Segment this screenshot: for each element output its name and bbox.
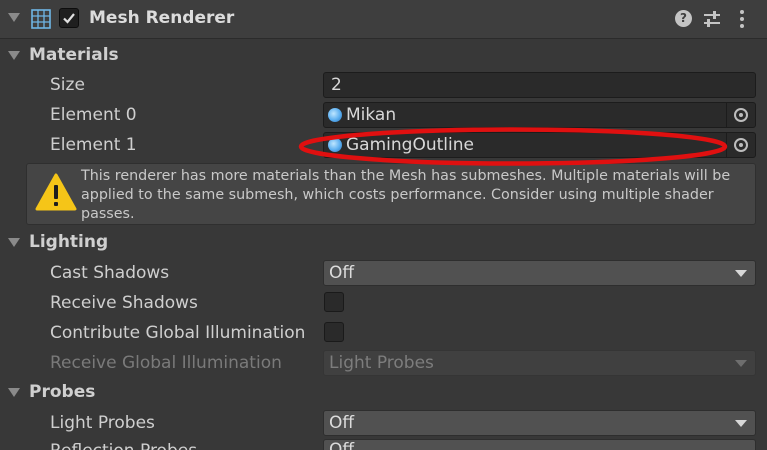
checkmark-icon <box>63 13 75 24</box>
object-picker-icon[interactable] <box>726 133 755 157</box>
light-probes-label: Light Probes <box>50 413 155 433</box>
fold-arrow-icon[interactable] <box>8 13 20 22</box>
reflection-probes-label: Reflection Probes <box>50 441 197 450</box>
material-icon <box>328 138 342 152</box>
component-header[interactable]: Mesh Renderer ? <box>0 0 767 39</box>
object-picker-icon[interactable] <box>726 103 755 127</box>
receive-gi-dropdown: Light Probes <box>323 350 756 376</box>
lighting-fold-icon[interactable] <box>8 238 20 247</box>
submesh-warning-box: This renderer has more materials than th… <box>26 163 756 225</box>
receive-shadows-label: Receive Shadows <box>50 293 198 313</box>
receive-shadows-checkbox[interactable] <box>324 292 344 312</box>
inspector-panel: Mesh Renderer ? Materials Size 2 Element… <box>0 0 767 450</box>
material-icon <box>328 108 342 122</box>
element-1-value: GamingOutline <box>346 135 474 155</box>
element-1-object-field[interactable]: GamingOutline <box>323 132 756 158</box>
reflection-probes-dropdown[interactable]: Off <box>323 439 756 450</box>
size-label: Size <box>50 75 85 95</box>
probes-fold-icon[interactable] <box>8 388 20 397</box>
reflection-probes-value: Off <box>329 440 355 450</box>
mesh-renderer-icon <box>31 9 51 29</box>
dropdown-arrow-icon <box>735 360 747 367</box>
size-input[interactable]: 2 <box>323 72 756 98</box>
component-enabled-checkbox[interactable] <box>59 8 79 28</box>
materials-section-title[interactable]: Materials <box>29 45 119 65</box>
contribute-gi-label: Contribute Global Illumination <box>50 323 306 343</box>
element-0-object-field[interactable]: Mikan <box>323 102 756 128</box>
receive-gi-value: Light Probes <box>329 353 434 373</box>
cast-shadows-value: Off <box>329 263 355 283</box>
cast-shadows-dropdown[interactable]: Off <box>323 260 756 286</box>
materials-fold-icon[interactable] <box>8 51 20 60</box>
warning-text: This renderer has more materials than th… <box>81 168 731 222</box>
lighting-section-title[interactable]: Lighting <box>29 232 108 252</box>
light-probes-value: Off <box>329 413 355 433</box>
contribute-gi-checkbox[interactable] <box>324 322 344 342</box>
presets-sliders-icon[interactable] <box>703 10 721 28</box>
dropdown-arrow-icon <box>735 420 747 427</box>
receive-gi-label: Receive Global Illumination <box>50 353 282 373</box>
dropdown-arrow-icon <box>735 270 747 277</box>
light-probes-dropdown[interactable]: Off <box>323 410 756 436</box>
cast-shadows-label: Cast Shadows <box>50 263 170 283</box>
probes-section-title[interactable]: Probes <box>29 382 95 402</box>
element-1-label: Element 1 <box>50 135 137 155</box>
component-title: Mesh Renderer <box>89 8 235 28</box>
kebab-menu-icon[interactable] <box>738 9 746 29</box>
help-icon[interactable]: ? <box>675 10 692 27</box>
warning-icon <box>35 173 77 211</box>
element-0-label: Element 0 <box>50 105 137 125</box>
element-0-value: Mikan <box>346 105 397 125</box>
